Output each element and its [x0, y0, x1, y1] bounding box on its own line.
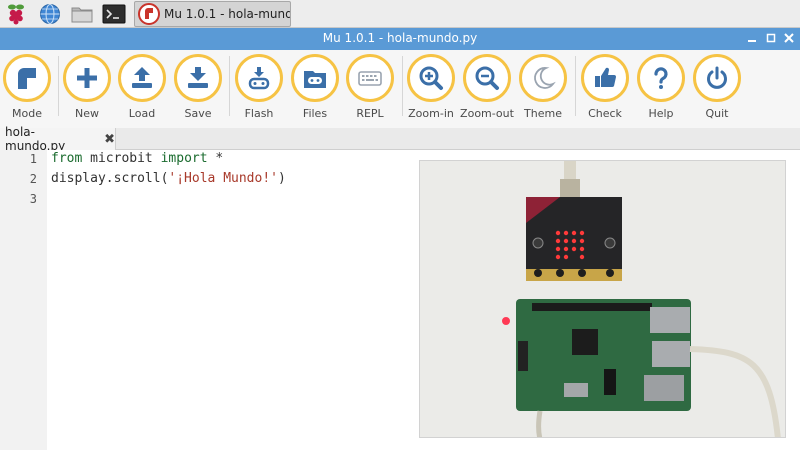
import-star: *	[207, 151, 224, 166]
tab-label: hola-mundo.py	[5, 125, 66, 153]
close-tab-icon[interactable]: ✖	[104, 132, 115, 147]
line-number: 1	[29, 152, 37, 166]
file-tabbar: hola-mundo.py ✖	[0, 125, 800, 153]
taskbar-task-label: Mu 1.0.1 - hola-mundo...	[164, 7, 290, 21]
zoom-in-icon	[407, 54, 455, 102]
maximize-icon[interactable]	[764, 31, 778, 45]
line-number: 3	[29, 192, 37, 206]
hardware-photo	[419, 160, 786, 438]
closing-paren: )	[277, 171, 286, 186]
folder-icon[interactable]	[70, 3, 94, 25]
minimize-icon[interactable]	[745, 31, 759, 45]
tab-hola-mundo[interactable]: hola-mundo.py ✖	[0, 125, 116, 153]
code-line-1: from microbit import *	[51, 151, 223, 166]
globe-icon[interactable]	[38, 3, 62, 25]
moon-icon	[519, 54, 567, 102]
question-icon	[637, 54, 685, 102]
close-icon[interactable]	[782, 31, 796, 45]
code-line-2: display.scroll('¡Hola Mundo!')	[51, 171, 286, 186]
quit-label: Quit	[705, 107, 729, 120]
zoom-out-icon	[463, 54, 511, 102]
upload-icon	[118, 54, 166, 102]
window-title: Mu 1.0.1 - hola-mundo.py	[322, 31, 478, 45]
mode-button[interactable]: Mode	[0, 54, 54, 124]
desktop-taskbar: Mu 1.0.1 - hola-mundo...	[0, 0, 800, 28]
window-titlebar: Mu 1.0.1 - hola-mundo.py	[0, 28, 800, 50]
repl-button[interactable]: REPL	[343, 54, 397, 124]
download-icon	[174, 54, 222, 102]
power-icon	[693, 54, 741, 102]
theme-button[interactable]: Theme	[516, 54, 570, 124]
plus-icon	[63, 54, 111, 102]
raspberry-icon[interactable]	[4, 3, 28, 25]
keyword-from: from	[51, 151, 83, 166]
main-toolbar: Mode New Load Save Flash Files REPL Zoom…	[0, 50, 800, 128]
flash-icon	[235, 54, 283, 102]
thumbs-up-icon	[581, 54, 629, 102]
line-number: 2	[29, 172, 37, 186]
save-button[interactable]: Save	[171, 54, 225, 124]
module-name: microbit	[82, 151, 161, 166]
mu-app-icon	[138, 3, 160, 25]
mode-icon	[3, 54, 51, 102]
line-number-gutter: 1 2 3	[0, 150, 47, 450]
terminal-icon[interactable]	[102, 3, 126, 25]
microbit-raspberry-pi-image	[420, 161, 785, 437]
taskbar-task-mu[interactable]: Mu 1.0.1 - hola-mundo...	[134, 1, 291, 27]
string-literal: '¡Hola Mundo!'	[168, 171, 278, 186]
quit-button[interactable]: Quit	[690, 54, 744, 124]
files-icon	[291, 54, 339, 102]
function-call: display.scroll(	[51, 171, 169, 186]
keyword-import: import	[160, 151, 208, 166]
keyboard-icon	[346, 54, 394, 102]
